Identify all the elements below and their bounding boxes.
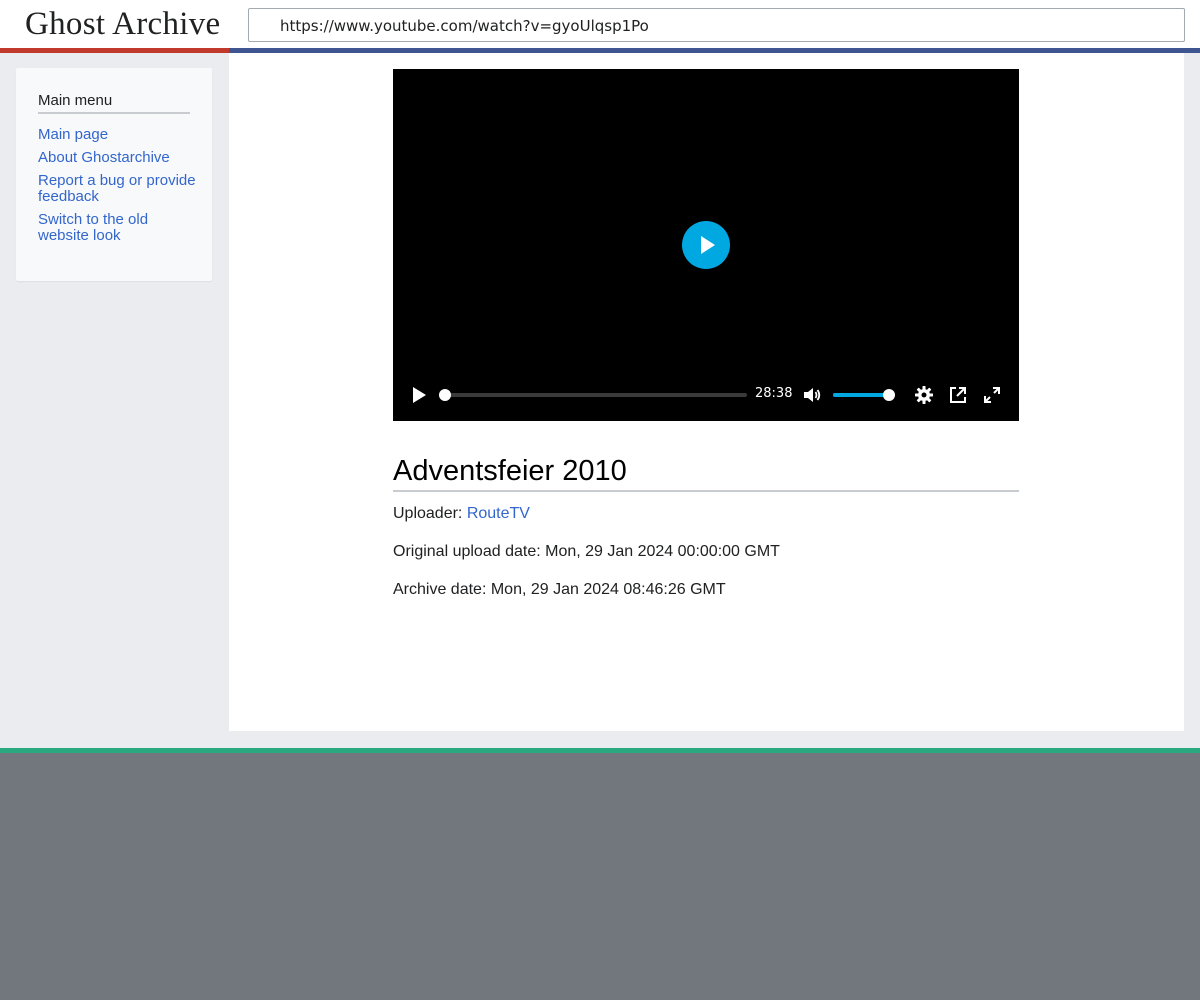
uploader-link[interactable]: RouteTV [467, 505, 530, 522]
archive-date-value: Mon, 29 Jan 2024 08:46:26 GMT [490, 581, 726, 598]
duration-display: 28:38 [755, 386, 793, 401]
site-logo[interactable]: Ghost Archive [25, 6, 220, 43]
fullscreen-icon [984, 387, 1000, 403]
menu-link-main-page[interactable]: Main page [38, 127, 198, 143]
header-stripe-red [0, 48, 229, 53]
main-menu-list: Main page About Ghostarchive Report a bu… [38, 127, 198, 251]
play-icon [701, 236, 715, 254]
archive-date-label: Archive date: [393, 581, 487, 598]
volume-slider[interactable] [833, 389, 895, 401]
menu-item: About Ghostarchive [38, 150, 198, 166]
play-icon [413, 387, 426, 403]
menu-item: Main page [38, 127, 198, 143]
video-title: Adventsfeier 2010 [393, 453, 1019, 492]
uploader-line: Uploader: RouteTV [393, 505, 530, 523]
footer [0, 753, 1200, 1000]
play-button[interactable] [409, 385, 429, 405]
sidebar: Main menu Main page About Ghostarchive R… [16, 68, 212, 281]
mute-button[interactable] [802, 385, 822, 405]
pip-button[interactable] [948, 385, 968, 405]
upload-date-line: Original upload date: Mon, 29 Jan 2024 0… [393, 543, 780, 561]
url-display[interactable]: https://www.youtube.com/watch?v=gyoUlqsp… [248, 8, 1185, 42]
main-content: 28:38 Adventsfeier 2010 Uploader: RouteT… [229, 53, 1184, 731]
volume-thumb[interactable] [883, 389, 895, 401]
header: Ghost Archive https://www.youtube.com/wa… [0, 0, 1200, 53]
menu-item: Switch to the old website look [38, 212, 198, 244]
menu-link-about[interactable]: About Ghostarchive [38, 150, 198, 166]
progress-bar[interactable] [439, 389, 747, 401]
menu-link-report-bug[interactable]: Report a bug or provide feedback [38, 173, 198, 205]
main-menu-title: Main menu [38, 92, 190, 114]
menu-item: Report a bug or provide feedback [38, 173, 198, 205]
volume-icon [804, 388, 821, 402]
upload-date-label: Original upload date: [393, 543, 541, 560]
settings-button[interactable] [914, 385, 934, 405]
big-play-button[interactable] [682, 221, 730, 269]
volume-level [833, 393, 889, 397]
archive-date-line: Archive date: Mon, 29 Jan 2024 08:46:26 … [393, 581, 726, 599]
uploader-label: Uploader: [393, 505, 463, 522]
external-link-icon [950, 387, 966, 403]
player-controls: 28:38 [393, 379, 1019, 411]
progress-thumb[interactable] [439, 389, 451, 401]
gear-icon [915, 386, 933, 404]
menu-link-old-look[interactable]: Switch to the old website look [38, 212, 198, 244]
upload-date-value: Mon, 29 Jan 2024 00:00:00 GMT [545, 543, 780, 560]
fullscreen-button[interactable] [982, 385, 1002, 405]
video-player[interactable]: 28:38 [393, 69, 1019, 421]
